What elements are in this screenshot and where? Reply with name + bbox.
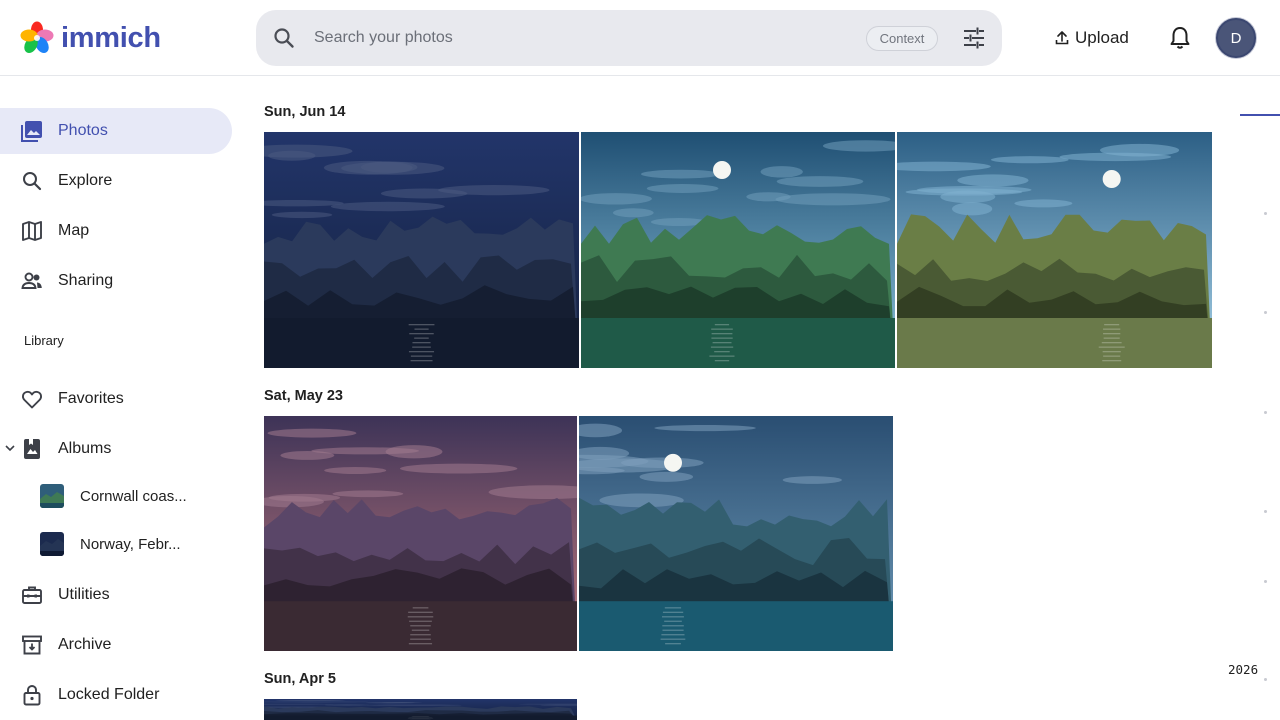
upload-label: Upload (1075, 28, 1129, 47)
bell-icon[interactable] (1166, 24, 1194, 52)
user-avatar[interactable]: D (1216, 18, 1256, 58)
album-item[interactable]: Cornwall coas... (0, 477, 232, 517)
timeline-scrubber-dot[interactable] (1264, 678, 1267, 681)
immich-logo-icon (20, 21, 54, 53)
immich-logo[interactable]: immich (20, 20, 161, 56)
search-bar[interactable]: Context (256, 10, 1002, 66)
sidebar-item-label: Explore (58, 172, 113, 189)
sidebar-item-locked-folder[interactable]: Locked Folder (0, 672, 232, 718)
app-name: immich (61, 21, 161, 54)
photo-thumbnail[interactable] (581, 132, 895, 368)
sidebar-item-archive[interactable]: Archive (0, 622, 232, 668)
date-group-title[interactable]: Sun, Apr 5 (264, 671, 336, 687)
album-label: Cornwall coas... (80, 488, 187, 505)
timeline-scrubber-dot[interactable] (1264, 510, 1267, 513)
sidebar-item-sharing[interactable]: Sharing (0, 258, 232, 304)
library-section-label: Library (24, 333, 64, 348)
sidebar-item-favorites[interactable]: Favorites (0, 376, 232, 422)
timeline-scrubber-dot[interactable] (1264, 411, 1267, 414)
sidebar-item-albums[interactable]: Albums (0, 426, 232, 472)
photo-thumbnail[interactable] (897, 132, 1212, 368)
date-group-title[interactable]: Sat, May 23 (264, 388, 343, 404)
lock-icon (23, 685, 41, 706)
date-group-title[interactable]: Sun, Jun 14 (264, 104, 345, 120)
heart-icon (22, 390, 42, 409)
album-label: Norway, Febr... (80, 536, 181, 553)
sidebar-item-label: Photos (58, 122, 108, 139)
archive-icon (22, 635, 42, 655)
timeline-scrubber-dot[interactable] (1264, 311, 1267, 314)
sidebar-item-label: Locked Folder (58, 686, 160, 703)
chevron-down-icon[interactable] (4, 442, 16, 454)
sidebar-item-label: Sharing (58, 272, 114, 289)
timeline-scrubber-dot[interactable] (1264, 580, 1267, 583)
search-input[interactable] (314, 26, 834, 50)
photo-thumbnail[interactable] (264, 699, 577, 720)
sidebar-item-label: Favorites (58, 390, 124, 407)
sidebar-item-label: Archive (58, 636, 112, 653)
sidebar-item-label: Map (58, 222, 90, 239)
search-icon[interactable] (272, 26, 296, 50)
explore-icon (23, 172, 42, 191)
sidebar-item-explore[interactable]: Explore (0, 158, 232, 204)
top-bar: immich Context Upload D (0, 0, 1280, 76)
album-thumbnail (40, 532, 64, 556)
upload-icon (1055, 31, 1069, 45)
photo-thumbnail[interactable] (579, 416, 893, 651)
album-thumbnail (40, 484, 64, 508)
timeline-year-label[interactable]: 2026 (1228, 662, 1258, 677)
photo-thumbnail[interactable] (264, 132, 579, 368)
tune-icon[interactable] (962, 26, 986, 50)
sidebar-item-photos[interactable]: Photos (0, 108, 232, 154)
sidebar-item-label: Utilities (58, 586, 110, 603)
photos-icon (21, 121, 42, 142)
sidebar-item-utilities[interactable]: Utilities (0, 572, 232, 618)
sharing-icon (21, 272, 42, 289)
timeline-scrubber-dot[interactable] (1264, 212, 1267, 215)
sidebar-item-map[interactable]: Map (0, 208, 232, 254)
album-icon (24, 439, 40, 459)
utilities-icon (22, 586, 42, 604)
photo-thumbnail[interactable] (264, 416, 577, 651)
sidebar-item-label: Albums (58, 440, 112, 457)
map-icon (22, 221, 42, 241)
album-item[interactable]: Norway, Febr... (0, 525, 232, 565)
context-search-chip[interactable]: Context (866, 26, 938, 51)
sidebar: Photos Explore Map Sharing Library Favor… (0, 77, 248, 720)
timeline-scrubber-indicator[interactable] (1240, 114, 1280, 116)
upload-button[interactable]: Upload (1046, 22, 1137, 54)
